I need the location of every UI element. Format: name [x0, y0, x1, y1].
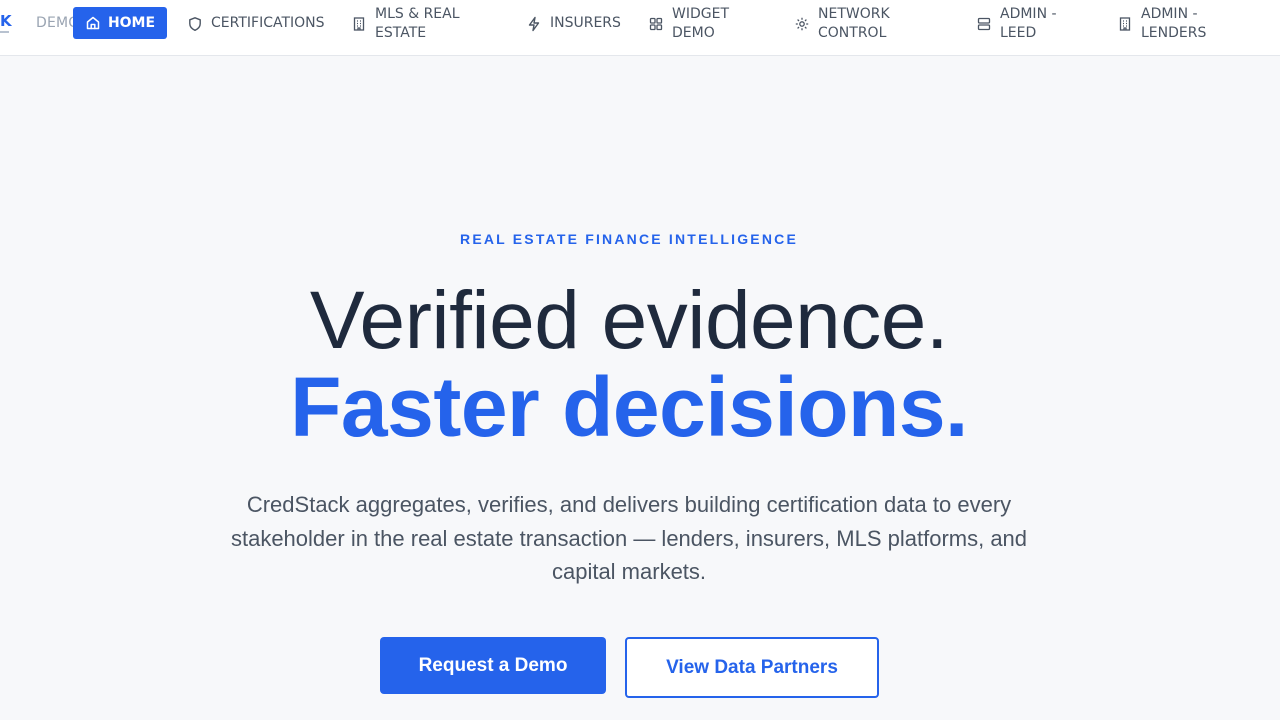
shield-icon — [187, 16, 203, 32]
request-demo-button[interactable]: Request a Demo — [380, 637, 606, 694]
hero-title-line-1: Verified evidence. — [309, 275, 949, 366]
building-icon — [1117, 16, 1133, 32]
nav-item-label: NETWORK CONTROL — [818, 6, 890, 41]
brand-logo[interactable]: K — [0, 12, 12, 30]
nav-item-certifications[interactable]: CERTIFICATIONS — [187, 14, 325, 33]
nav-item-label: WIDGET DEMO — [672, 6, 729, 41]
hero-title-line-2: Faster decisions. — [290, 360, 968, 454]
hero-eyebrow: REAL ESTATE FINANCE INTELLIGENCE — [460, 231, 798, 247]
home-icon — [85, 15, 101, 31]
server-icon — [976, 16, 992, 32]
hero-description: CredStack aggregates, verifies, and deli… — [230, 492, 1028, 584]
nav-item-label: ADMIN - LEED — [1000, 6, 1057, 41]
nav-item-label: CERTIFICATIONS — [211, 15, 325, 31]
grid-icon — [648, 16, 664, 32]
nav-item-admin-leed[interactable]: ADMIN - LEED — [976, 5, 1057, 43]
nav-item-widget-demo[interactable]: WIDGET DEMO — [648, 5, 729, 43]
nav-item-insurers[interactable]: INSURERS — [526, 14, 621, 33]
building-icon — [351, 16, 367, 32]
lightning-icon — [526, 16, 542, 32]
nav-item-label: MLS & REAL ESTATE — [375, 6, 460, 41]
view-data-partners-button[interactable]: View Data Partners — [625, 637, 879, 698]
brand-logo-tagline — [0, 31, 9, 33]
nav-item-mls-real-estate[interactable]: MLS & REAL ESTATE — [351, 5, 460, 43]
nav-item-network-control[interactable]: NETWORK CONTROL — [794, 5, 890, 43]
nav-item-label: INSURERS — [550, 15, 621, 31]
nav-item-home[interactable]: HOME — [73, 7, 167, 39]
nav-item-admin-lenders[interactable]: ADMIN - LENDERS — [1117, 5, 1206, 43]
top-navigation-bar: K DEMO HOME CERTIFICATIONS MLS & REAL ES… — [0, 0, 1280, 56]
nav-item-label: HOME — [107, 14, 156, 31]
gear-icon — [794, 16, 810, 32]
nav-item-label: ADMIN - LENDERS — [1141, 6, 1207, 41]
